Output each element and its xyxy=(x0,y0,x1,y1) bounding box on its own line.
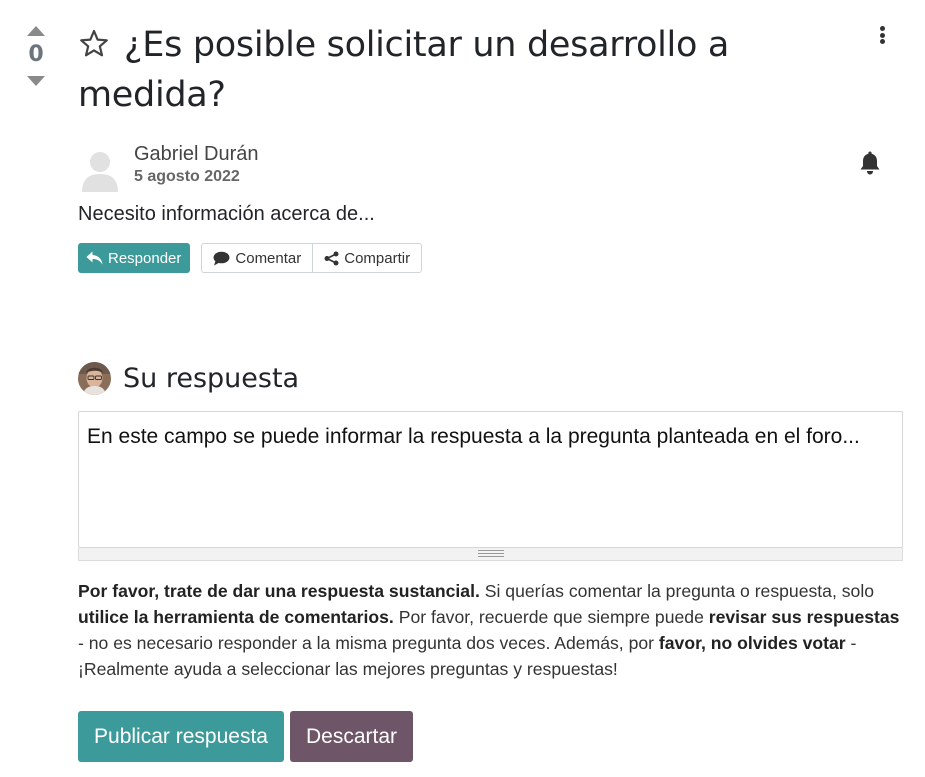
reply-label: Responder xyxy=(108,249,182,267)
vote-count: 0 xyxy=(28,42,44,67)
secondary-actions: Comentar Compartir xyxy=(201,243,423,273)
guideline-text-2: Por favor, recuerde que siempre puede xyxy=(393,607,709,627)
kebab-menu-icon[interactable] xyxy=(872,26,892,46)
answer-heading-row: Su respuesta xyxy=(78,362,299,395)
guideline-text-1: Si querías comentar la pregunta o respue… xyxy=(479,581,875,601)
bell-icon[interactable] xyxy=(858,150,882,176)
reply-icon xyxy=(86,251,103,265)
comment-label: Comentar xyxy=(235,249,302,267)
editor-resize-handle[interactable] xyxy=(78,548,903,561)
share-button[interactable]: Compartir xyxy=(312,244,421,272)
caret-up-icon[interactable] xyxy=(27,26,45,36)
caret-down-icon[interactable] xyxy=(27,76,45,86)
vote-widget: 0 xyxy=(22,22,50,86)
author-name[interactable]: Gabriel Durán xyxy=(134,143,259,166)
user-placeholder-icon xyxy=(82,152,118,192)
question-actions: Responder Comentar Compartir xyxy=(78,243,423,273)
answer-guidelines: Por favor, trate de dar una respuesta su… xyxy=(78,578,908,682)
discard-button[interactable]: Descartar xyxy=(290,711,413,762)
post-answer-button[interactable]: Publicar respuesta xyxy=(78,711,284,762)
guideline-text-3: - no es necesario responder a la misma p… xyxy=(78,633,659,653)
star-outline-icon[interactable] xyxy=(78,28,110,60)
share-label: Compartir xyxy=(344,249,411,267)
share-icon xyxy=(324,251,339,265)
comment-button[interactable]: Comentar xyxy=(202,244,312,272)
guideline-bold-1: Por favor, trate de dar una respuesta su… xyxy=(78,581,480,601)
answer-editor: En este campo se puede informar la respu… xyxy=(78,411,903,548)
guideline-bold-2: utilice la herramienta de comentarios. xyxy=(78,607,394,627)
post-date: 5 agosto 2022 xyxy=(134,168,240,185)
question-title: ¿Es posible solicitar un desarrollo a me… xyxy=(78,25,730,115)
answer-heading: Su respuesta xyxy=(123,363,300,394)
avatar xyxy=(78,362,111,395)
grip-icon xyxy=(478,550,504,558)
question-body: Necesito información acerca de... xyxy=(78,203,375,225)
answer-textarea[interactable]: En este campo se puede informar la respu… xyxy=(79,412,902,547)
reply-button[interactable]: Responder xyxy=(78,243,191,273)
guideline-bold-4: favor, no olvides votar xyxy=(658,633,846,653)
guideline-bold-3: revisar sus respuestas xyxy=(708,607,900,627)
question-header: ¿Es posible solicitar un desarrollo a me… xyxy=(78,20,798,120)
comment-icon xyxy=(213,251,230,265)
